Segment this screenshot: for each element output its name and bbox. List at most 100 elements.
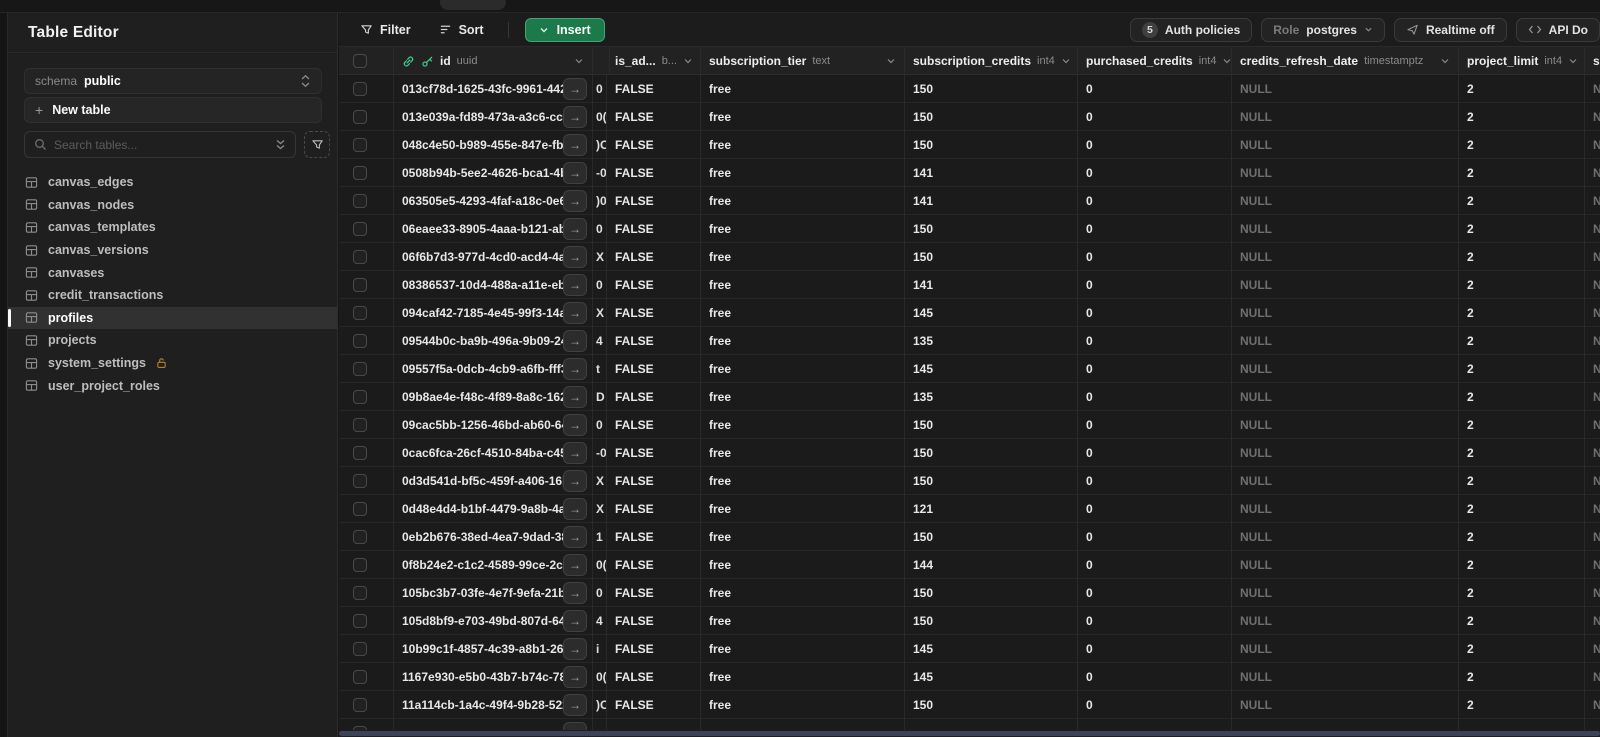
realtime-button[interactable]: Realtime off <box>1393 17 1507 42</box>
cell-purchased-credits[interactable]: 0 <box>1078 355 1232 383</box>
cell-purchased-credits[interactable]: 0 <box>1078 607 1232 635</box>
cell-is-admin[interactable]: FALSE <box>607 327 701 355</box>
column-header-id[interactable]: id uuid <box>394 47 593 75</box>
cell-next-column[interactable]: NULL <box>1585 271 1600 299</box>
cell-id[interactable]: 09b8ae4e-f48c-4f89-8a8c-1629b...→ <box>394 383 593 411</box>
cell-is-admin[interactable]: FALSE <box>607 691 701 719</box>
column-header-subscription_tier[interactable]: subscription_tier text <box>701 47 905 75</box>
cell-next-column[interactable]: NULL <box>1585 607 1600 635</box>
cell-subscription-tier[interactable]: free <box>701 495 905 523</box>
cell-is-admin[interactable]: FALSE <box>607 187 701 215</box>
cell-subscription-tier[interactable]: free <box>701 439 905 467</box>
column-header-subscription_credits[interactable]: subscription_credits int4 <box>905 47 1078 75</box>
cell-project-limit[interactable]: 2 <box>1459 271 1585 299</box>
cell-subscription-tier[interactable]: free <box>701 607 905 635</box>
cell-subscription-tier[interactable]: free <box>701 215 905 243</box>
chevron-down-icon[interactable] <box>1440 56 1450 66</box>
cell-project-limit[interactable]: 2 <box>1459 383 1585 411</box>
row-checkbox[interactable] <box>353 82 367 96</box>
cell-purchased-credits[interactable]: 0 <box>1078 635 1232 663</box>
cell-project-limit[interactable]: 2 <box>1459 467 1585 495</box>
cell-hidden-column[interactable]: -0 <box>593 439 607 467</box>
cell-id[interactable]: 09544b0c-ba9b-496a-9b09-244...→ <box>394 327 593 355</box>
cell-next-column[interactable]: NULL <box>1585 355 1600 383</box>
cell-id[interactable]: 048c4e50-b989-455e-847e-fb2f...→ <box>394 131 593 159</box>
cell-credits-refresh-date[interactable]: NULL <box>1232 663 1459 691</box>
cell-subscription-credits[interactable]: 150 <box>905 467 1078 495</box>
cell-subscription-credits[interactable]: 141 <box>905 187 1078 215</box>
cell-id[interactable]: 105d8bf9-e703-49bd-807d-645e...→ <box>394 607 593 635</box>
cell-next-column[interactable]: NULL <box>1585 635 1600 663</box>
chevron-down-icon[interactable] <box>683 56 693 66</box>
cell-project-limit[interactable]: 2 <box>1459 355 1585 383</box>
horizontal-scrollbar[interactable] <box>339 730 1600 737</box>
chevron-down-icon[interactable] <box>1222 56 1231 66</box>
expand-row-button[interactable]: → <box>563 246 587 268</box>
cell-is-admin[interactable]: FALSE <box>607 551 701 579</box>
cell-hidden-column[interactable]: 0( <box>593 551 607 579</box>
cell-next-column[interactable]: NULL <box>1585 103 1600 131</box>
cell-purchased-credits[interactable]: 0 <box>1078 187 1232 215</box>
cell-next-column[interactable]: NULL <box>1585 243 1600 271</box>
cell-purchased-credits[interactable]: 0 <box>1078 271 1232 299</box>
cell-subscription-credits[interactable]: 145 <box>905 663 1078 691</box>
cell-id[interactable]: 094caf42-7185-4e45-99f3-14abee...→ <box>394 299 593 327</box>
cell-project-limit[interactable]: 2 <box>1459 663 1585 691</box>
sidebar-item-user_project_roles[interactable]: user_project_roles <box>8 374 337 397</box>
schema-select[interactable]: schema public <box>24 68 322 94</box>
cell-project-limit[interactable]: 2 <box>1459 495 1585 523</box>
cell-subscription-tier[interactable]: free <box>701 523 905 551</box>
cell-subscription-credits[interactable]: 150 <box>905 523 1078 551</box>
cell-credits-refresh-date[interactable]: NULL <box>1232 103 1459 131</box>
cell-project-limit[interactable]: 2 <box>1459 131 1585 159</box>
cell-subscription-credits[interactable]: 141 <box>905 159 1078 187</box>
cell-purchased-credits[interactable]: 0 <box>1078 159 1232 187</box>
cell-project-limit[interactable]: 2 <box>1459 579 1585 607</box>
cell-id[interactable]: 0cac6fca-26cf-4510-84ba-c4580...→ <box>394 439 593 467</box>
cell-is-admin[interactable]: FALSE <box>607 495 701 523</box>
expand-row-button[interactable]: → <box>563 498 587 520</box>
cell-is-admin[interactable]: FALSE <box>607 243 701 271</box>
row-checkbox[interactable] <box>353 418 367 432</box>
cell-credits-refresh-date[interactable]: NULL <box>1232 607 1459 635</box>
cell-project-limit[interactable]: 2 <box>1459 551 1585 579</box>
role-button[interactable]: Role postgres <box>1261 17 1385 42</box>
cell-id[interactable]: 0d3d541d-bf5c-459f-a406-16b93...→ <box>394 467 593 495</box>
cell-next-column[interactable]: NULL <box>1585 523 1600 551</box>
cell-subscription-credits[interactable]: 121 <box>905 495 1078 523</box>
cell-credits-refresh-date[interactable]: NULL <box>1232 383 1459 411</box>
cell-hidden-column[interactable]: 0( <box>593 663 607 691</box>
cell-subscription-credits[interactable]: 144 <box>905 551 1078 579</box>
cell-hidden-column[interactable]: X <box>593 467 607 495</box>
cell-subscription-credits[interactable]: 135 <box>905 327 1078 355</box>
row-checkbox[interactable] <box>353 642 367 656</box>
cell-id[interactable]: 0d48e4d4-b1bf-4479-9a8b-4a4b...→ <box>394 495 593 523</box>
sort-button[interactable]: Sort <box>439 23 484 37</box>
cell-credits-refresh-date[interactable]: NULL <box>1232 691 1459 719</box>
cell-credits-refresh-date[interactable]: NULL <box>1232 327 1459 355</box>
expand-row-button[interactable]: → <box>563 386 587 408</box>
cell-credits-refresh-date[interactable]: NULL <box>1232 243 1459 271</box>
cell-next-column[interactable]: NULL <box>1585 299 1600 327</box>
cell-hidden-column[interactable]: 0 <box>593 271 607 299</box>
chevron-down-icon[interactable] <box>1061 56 1071 66</box>
cell-purchased-credits[interactable]: 0 <box>1078 327 1232 355</box>
cell-credits-refresh-date[interactable]: NULL <box>1232 75 1459 103</box>
cell-next-column[interactable]: NULL <box>1585 411 1600 439</box>
cell-subscription-tier[interactable]: free <box>701 103 905 131</box>
sidebar-item-canvases[interactable]: canvases <box>8 261 337 284</box>
cell-hidden-column[interactable]: D <box>593 383 607 411</box>
expand-row-button[interactable]: → <box>563 274 587 296</box>
cell-next-column[interactable]: NULL <box>1585 691 1600 719</box>
cell-id[interactable]: 08386537-10d4-488a-a11e-eb5a6...→ <box>394 271 593 299</box>
cell-id[interactable]: 09cac5bb-1256-46bd-ab60-64ed...→ <box>394 411 593 439</box>
cell-purchased-credits[interactable]: 0 <box>1078 383 1232 411</box>
cell-credits-refresh-date[interactable]: NULL <box>1232 439 1459 467</box>
cell-subscription-tier[interactable]: free <box>701 299 905 327</box>
cell-is-admin[interactable]: FALSE <box>607 579 701 607</box>
cell-subscription-tier[interactable]: free <box>701 467 905 495</box>
cell-subscription-tier[interactable]: free <box>701 327 905 355</box>
sidebar-item-canvas_nodes[interactable]: canvas_nodes <box>8 194 337 217</box>
cell-hidden-column[interactable]: 0 <box>593 579 607 607</box>
sidebar-item-credit_transactions[interactable]: credit_transactions <box>8 284 337 307</box>
